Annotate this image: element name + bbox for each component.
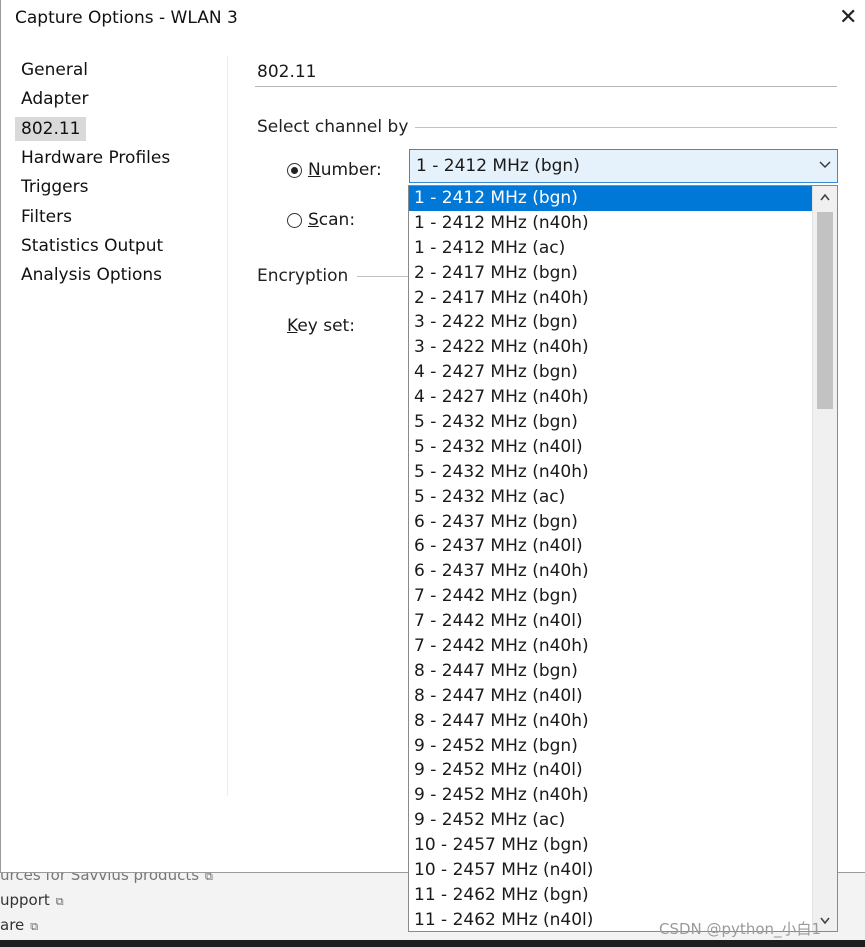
channel-option[interactable]: 6 - 2437 MHz (n40h)	[409, 559, 812, 584]
dialog-title: Capture Options - WLAN 3	[15, 8, 238, 28]
close-icon[interactable]: ✕	[839, 4, 857, 32]
label-rest: umber:	[320, 160, 382, 180]
channel-option[interactable]: 6 - 2437 MHz (n40l)	[409, 534, 812, 559]
nav-item-general[interactable]: General	[15, 58, 94, 82]
nav-item-802-11[interactable]: 802.11	[15, 116, 87, 141]
channel-option[interactable]: 6 - 2437 MHz (bgn)	[409, 510, 812, 535]
group-divider	[357, 276, 409, 277]
nav-divider	[227, 56, 228, 796]
background-link-text: upport	[0, 891, 50, 909]
radio-icon	[287, 162, 302, 178]
chevron-down-icon	[819, 150, 831, 182]
channel-select-value: 1 - 2412 MHz (bgn)	[416, 156, 580, 176]
mnemonic: K	[287, 316, 298, 336]
nav-item-triggers[interactable]: Triggers	[15, 175, 95, 199]
channel-option[interactable]: 1 - 2412 MHz (ac)	[409, 236, 812, 261]
section-title: 802.11	[257, 62, 317, 82]
channel-option[interactable]: 1 - 2412 MHz (n40h)	[409, 211, 812, 236]
radio-number[interactable]: Number:	[287, 160, 382, 180]
channel-select[interactable]: 1 - 2412 MHz (bgn)	[409, 149, 838, 183]
label-rest: ey set:	[297, 316, 355, 336]
channel-option[interactable]: 9 - 2452 MHz (bgn)	[409, 734, 812, 759]
radio-scan[interactable]: Scan:	[287, 210, 355, 230]
channel-option[interactable]: 4 - 2427 MHz (n40h)	[409, 385, 812, 410]
background-link-support[interactable]: upport ⧉	[0, 891, 64, 909]
channel-option[interactable]: 10 - 2457 MHz (n40l)	[409, 858, 812, 883]
nav-item-hardware-profiles[interactable]: Hardware Profiles	[15, 146, 176, 170]
mnemonic: S	[308, 210, 319, 230]
channel-option[interactable]: 8 - 2447 MHz (bgn)	[409, 659, 812, 684]
channel-option[interactable]: 9 - 2452 MHz (n40h)	[409, 783, 812, 808]
channel-option[interactable]: 8 - 2447 MHz (n40l)	[409, 684, 812, 709]
background-link-text: are	[0, 916, 25, 934]
taskbar-strip	[0, 940, 865, 947]
channel-option[interactable]: 7 - 2442 MHz (n40l)	[409, 609, 812, 634]
channel-dropdown-list[interactable]: 1 - 2412 MHz (bgn) 1 - 2412 MHz (n40h) 1 -…	[408, 185, 838, 932]
channel-option[interactable]: 11 - 2462 MHz (bgn)	[409, 883, 812, 908]
options-nav: General Adapter 802.11 Hardware Profiles Tri…	[1, 54, 227, 794]
external-link-icon: ⧉	[55, 895, 64, 908]
key-set-label: Key set:	[287, 316, 355, 336]
channel-option[interactable]: 9 - 2452 MHz (ac)	[409, 808, 812, 833]
channel-option[interactable]: 5 - 2432 MHz (n40l)	[409, 435, 812, 460]
channel-option[interactable]: 3 - 2422 MHz (bgn)	[409, 310, 812, 335]
background-link-software[interactable]: are ⧉	[0, 916, 38, 934]
mnemonic: N	[308, 160, 321, 180]
nav-item-statistics-output[interactable]: Statistics Output	[15, 234, 169, 258]
channel-option[interactable]: 5 - 2432 MHz (ac)	[409, 485, 812, 510]
channel-option[interactable]: 2 - 2417 MHz (bgn)	[409, 261, 812, 286]
channel-option[interactable]: 10 - 2457 MHz (bgn)	[409, 833, 812, 858]
nav-item-analysis-options[interactable]: Analysis Options	[15, 263, 168, 287]
watermark: CSDN @python_小白1	[659, 920, 822, 938]
external-link-icon: ⧉	[30, 920, 39, 933]
encryption-group-label: Encryption	[257, 266, 349, 286]
channel-option[interactable]: 2 - 2417 MHz (n40h)	[409, 286, 812, 311]
radio-scan-label: Scan:	[308, 210, 355, 230]
channel-option[interactable]: 1 - 2412 MHz (bgn)	[409, 186, 812, 211]
nav-item-adapter[interactable]: Adapter	[15, 87, 94, 111]
channel-option[interactable]: 9 - 2452 MHz (n40l)	[409, 758, 812, 783]
scrollbar[interactable]	[812, 186, 837, 931]
radio-selected-dot	[291, 166, 298, 174]
radio-number-label: Number:	[308, 160, 382, 180]
scrollbar-thumb[interactable]	[817, 212, 833, 409]
channel-options: 1 - 2412 MHz (bgn) 1 - 2412 MHz (n40h) 1 -…	[409, 186, 812, 931]
channel-option[interactable]: 8 - 2447 MHz (n40h)	[409, 709, 812, 734]
channel-option[interactable]: 4 - 2427 MHz (bgn)	[409, 360, 812, 385]
channel-option[interactable]: 3 - 2422 MHz (n40h)	[409, 335, 812, 360]
scroll-up-icon[interactable]	[813, 186, 837, 208]
nav-item-filters[interactable]: Filters	[15, 205, 78, 229]
select-channel-group-label: Select channel by	[257, 117, 409, 137]
channel-option[interactable]: 7 - 2442 MHz (bgn)	[409, 584, 812, 609]
channel-option[interactable]: 5 - 2432 MHz (n40h)	[409, 460, 812, 485]
channel-option[interactable]: 5 - 2432 MHz (bgn)	[409, 410, 812, 435]
group-divider	[415, 127, 837, 128]
section-divider	[255, 86, 837, 87]
channel-option[interactable]: 7 - 2442 MHz (n40h)	[409, 634, 812, 659]
radio-icon	[287, 212, 302, 228]
label-rest: can:	[318, 210, 356, 230]
